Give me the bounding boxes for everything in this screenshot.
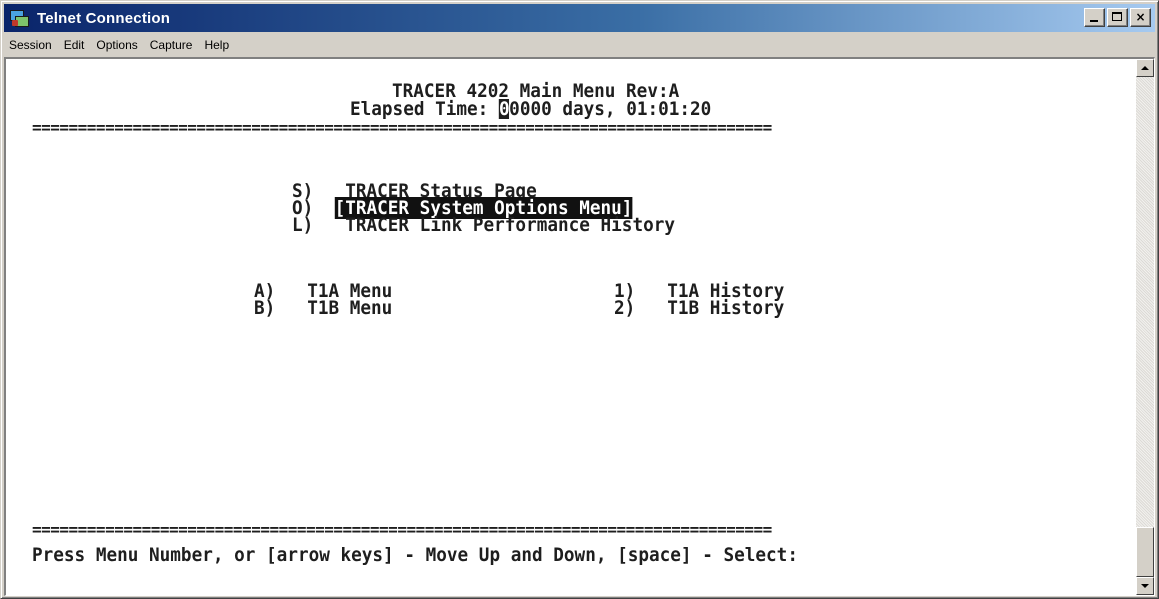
close-icon: × [1135, 10, 1146, 24]
vertical-scrollbar[interactable] [1136, 59, 1154, 595]
window-controls: × [1084, 8, 1151, 27]
arrow-down-icon [1141, 584, 1149, 588]
telnet-window: Telnet Connection × Session Edit Options… [0, 0, 1159, 599]
menu-key-2: 2) [614, 297, 636, 319]
menu-bar: Session Edit Options Capture Help [4, 34, 1155, 56]
terminal-cursor: 0 [498, 98, 510, 120]
elapsed-time-label: Elapsed Time: [350, 98, 499, 120]
menu-item-link-performance[interactable]: L) TRACER Link Performance History [292, 215, 675, 235]
menu-key-b: B) [254, 297, 276, 319]
terminal-frame: TRACER 4202 Main Menu Rev:A Elapsed Time… [4, 57, 1155, 596]
scroll-thumb[interactable] [1136, 527, 1154, 577]
minimize-icon [1090, 20, 1098, 22]
command-prompt: Press Menu Number, or [arrow keys] - Mov… [32, 544, 798, 566]
scroll-down-button[interactable] [1136, 577, 1154, 595]
menu-label-t1b: T1B Menu [307, 297, 393, 319]
window-title: Telnet Connection [37, 9, 171, 27]
menu-help[interactable]: Help [198, 34, 235, 56]
bottom-separator: ========================================… [32, 525, 772, 535]
minimize-button[interactable] [1084, 8, 1105, 27]
menu-label-link-performance: TRACER Link Performance History [345, 214, 676, 236]
menu-options[interactable]: Options [90, 34, 143, 56]
menu-edit[interactable]: Edit [58, 34, 91, 56]
terminal-screen[interactable]: TRACER 4202 Main Menu Rev:A Elapsed Time… [6, 59, 1136, 595]
maximize-button[interactable] [1107, 8, 1128, 27]
menu-item-t1b-history[interactable]: 2) T1B History [614, 298, 784, 318]
menu-item-t1b[interactable]: B) T1B Menu [254, 298, 392, 318]
title-bar[interactable]: Telnet Connection × [4, 4, 1155, 32]
elapsed-time-value: 0000 days, 01:01:20 [509, 98, 712, 120]
elapsed-time-line: Elapsed Time: 00000 days, 01:01:20 [350, 99, 711, 119]
menu-capture[interactable]: Capture [144, 34, 199, 56]
menu-key-l: L) [292, 214, 314, 236]
menu-label-t1b-history: T1B History [667, 297, 785, 319]
arrow-up-icon [1141, 66, 1149, 70]
telnet-app-icon[interactable] [9, 8, 29, 28]
close-button[interactable]: × [1130, 8, 1151, 27]
menu-session[interactable]: Session [4, 34, 58, 56]
scroll-up-button[interactable] [1136, 59, 1154, 77]
top-separator: ========================================… [32, 123, 772, 133]
maximize-icon [1112, 12, 1122, 21]
